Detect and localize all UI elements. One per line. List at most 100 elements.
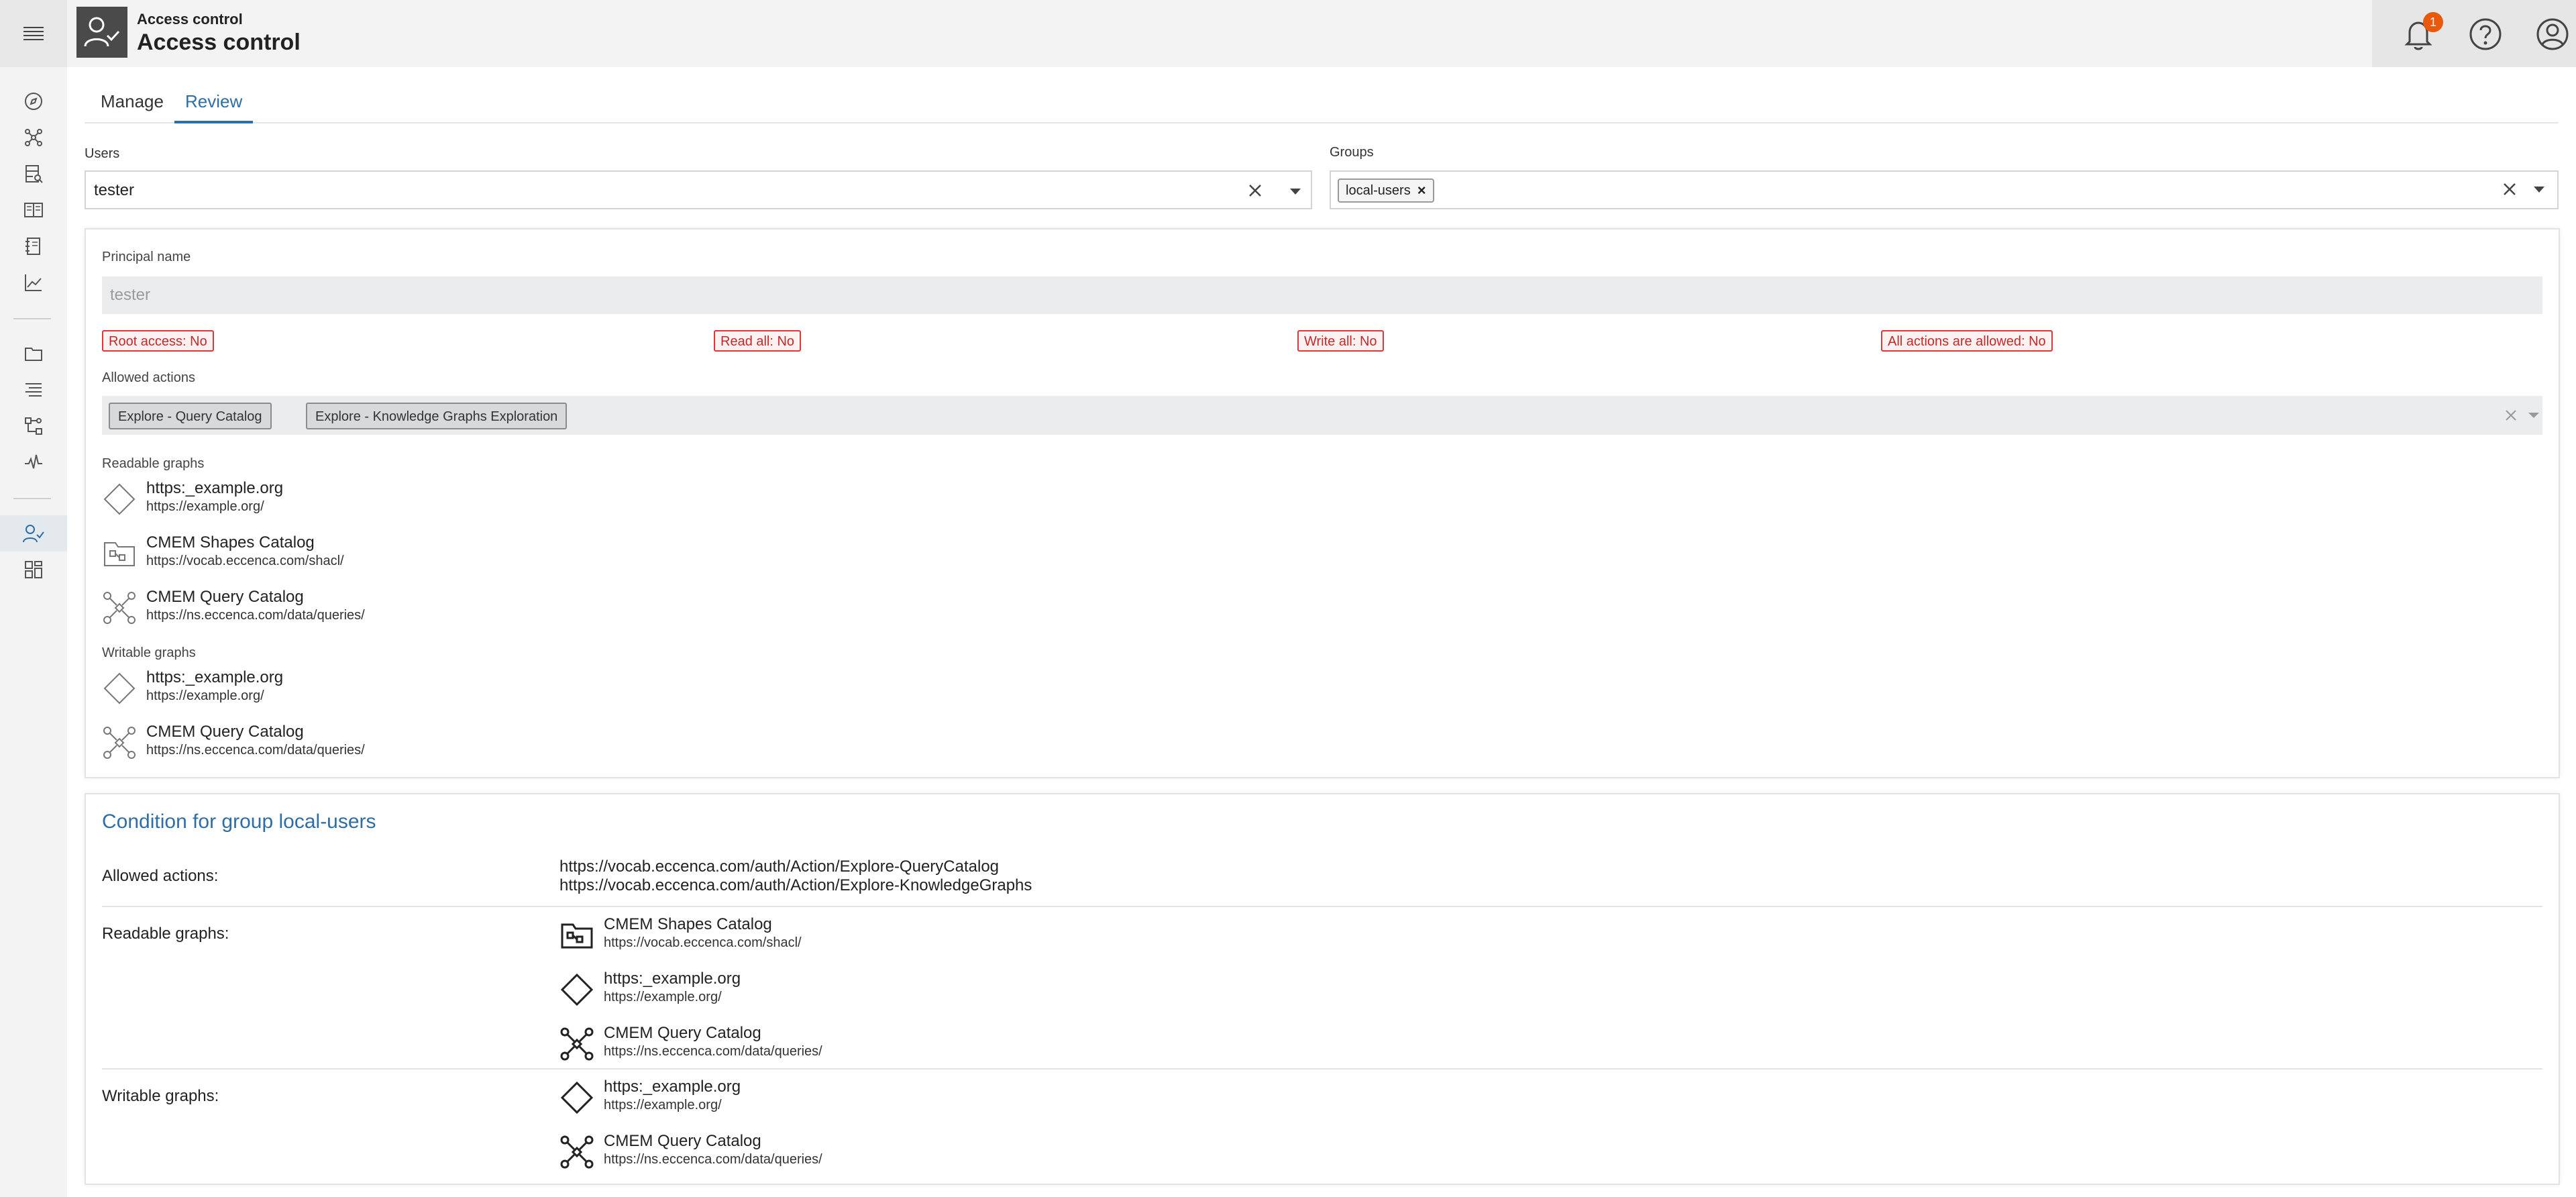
rail-divider [13,498,51,499]
graph-name: CMEM Query Catalog [146,723,304,741]
users-select[interactable]: tester [85,170,1312,209]
row-divider [102,906,2542,907]
workflow-icon [25,417,42,435]
remove-chip-icon[interactable]: × [1417,182,1426,199]
chart-line-icon [25,274,42,291]
book-open-icon [24,203,43,217]
graph-url: https://example.org/ [604,1098,722,1112]
all-actions-tag: All actions are allowed: No [1881,330,2053,352]
shapes-catalog-icon [104,542,135,566]
activity-pulse-icon [25,454,42,469]
graph-url: https://ns.eccenca.com/data/queries/ [604,1152,822,1167]
clear-icon[interactable] [1246,182,1264,199]
caret-down-icon [2528,413,2539,418]
notifications-button[interactable]: 1 [2395,11,2443,58]
condition-writable-label: Writable graphs: [102,1087,219,1105]
diamond-icon [103,672,136,705]
tab-manage[interactable]: Manage [90,91,174,123]
diamond-icon [560,1081,594,1114]
app-header: Access control Access control 1 [67,0,2576,67]
shapes-catalog-icon [561,923,593,949]
nav-queries[interactable] [0,228,67,264]
graph-item[interactable]: CMEM Query Catalog https://ns.eccenca.co… [559,1023,1163,1063]
nav-explore[interactable] [0,83,67,119]
graph-name: CMEM Query Catalog [604,1024,761,1042]
nav-knowledge-graphs[interactable] [0,119,67,156]
menu-button[interactable] [0,0,67,67]
graph-item[interactable]: CMEM Query Catalog https://ns.eccenca.co… [559,1131,1163,1171]
users-select-value: tester [94,181,135,199]
page-title: Access control [137,30,301,55]
row-divider [102,1068,2542,1070]
list-tree-icon [25,383,42,397]
group-chip-local-users[interactable]: local-users × [1338,178,1434,203]
nav-statistics[interactable] [0,264,67,301]
nav-activities[interactable] [0,444,67,480]
hamburger-icon [23,27,44,40]
graph-item[interactable]: CMEM Query Catalog https://ns.eccenca.co… [102,586,572,627]
root-access-tag: Root access: No [102,330,214,352]
graph-item[interactable]: https:_example.org https://example.org/ [559,968,1163,1008]
users-label: Users [85,146,120,161]
folder-icon [25,348,42,361]
action-chip: Explore - Knowledge Graphs Exploration [306,403,568,429]
tab-review[interactable]: Review [174,91,254,123]
nav-projects[interactable] [0,335,67,372]
graph-url: https://example.org/ [146,688,264,703]
graph-nodes-icon [25,129,42,146]
condition-actions-label: Allowed actions: [102,867,219,885]
query-graph-icon [103,727,136,759]
graph-item[interactable]: CMEM Shapes Catalog https://vocab.eccenc… [559,914,1163,954]
user-menu-button[interactable] [2529,11,2576,58]
caret-down-icon[interactable] [2530,180,2548,198]
dashboard-grid-icon [25,561,42,578]
graph-item[interactable]: CMEM Query Catalog https://ns.eccenca.co… [102,721,572,762]
allowed-actions-label: Allowed actions [102,370,195,385]
write-all-tag: Write all: No [1297,330,1384,352]
graph-name: https:_example.org [146,479,284,497]
breadcrumb[interactable]: Access control [137,11,243,28]
graph-url: https://vocab.eccenca.com/shacl/ [146,554,344,568]
allowed-actions-field: Explore - Query Catalog Explore - Knowle… [102,396,2542,435]
condition-readable-label: Readable graphs: [102,925,229,943]
graph-url: https://example.org/ [604,990,722,1004]
query-graph-icon [560,1135,594,1169]
graph-item[interactable]: https:_example.org https://example.org/ [102,478,572,518]
condition-action-uri: https://vocab.eccenca.com/auth/Action/Ex… [559,876,1032,894]
nav-dashboard[interactable] [0,552,67,588]
help-button[interactable] [2462,11,2509,58]
nav-mapping[interactable] [0,372,67,408]
compass-icon [25,93,42,110]
group-chip-label: local-users [1346,183,1411,198]
graph-url: https://example.org/ [146,499,264,514]
graph-name: CMEM Shapes Catalog [146,533,315,552]
readable-graphs-label: Readable graphs [102,456,205,471]
nav-workflows[interactable] [0,408,67,444]
user-circle-icon [2536,18,2569,50]
nav-data-integration[interactable] [0,156,67,192]
nav-access-control[interactable] [0,515,67,552]
header-actions: 1 [2372,0,2576,67]
principal-name-field: tester [102,276,2542,314]
diamond-icon [560,973,594,1006]
condition-title: Condition for group local-users [102,811,376,833]
user-check-icon [23,525,44,543]
diamond-icon [103,483,136,515]
graph-item[interactable]: CMEM Shapes Catalog https://vocab.eccenc… [102,532,572,572]
graph-url: https://vocab.eccenca.com/shacl/ [604,935,802,950]
principal-name-label: Principal name [102,250,191,264]
graph-item[interactable]: https:_example.org https://example.org/ [102,667,572,707]
clear-icon [2506,410,2516,421]
graph-item[interactable]: https:_example.org https://example.org/ [559,1076,1163,1116]
database-search-icon [25,165,43,183]
review-card: Principal name tester Root access: No Re… [85,228,2560,778]
caret-down-icon[interactable] [1287,183,1304,200]
groups-select[interactable]: local-users × [1330,170,2559,209]
user-check-icon [84,17,120,47]
graph-name: https:_example.org [604,1078,741,1096]
graph-url: https://ns.eccenca.com/data/queries/ [146,608,365,623]
nav-vocabularies[interactable] [0,192,67,228]
clear-icon[interactable] [2501,180,2518,198]
graph-url: https://ns.eccenca.com/data/queries/ [146,743,365,758]
graph-name: https:_example.org [146,668,284,686]
